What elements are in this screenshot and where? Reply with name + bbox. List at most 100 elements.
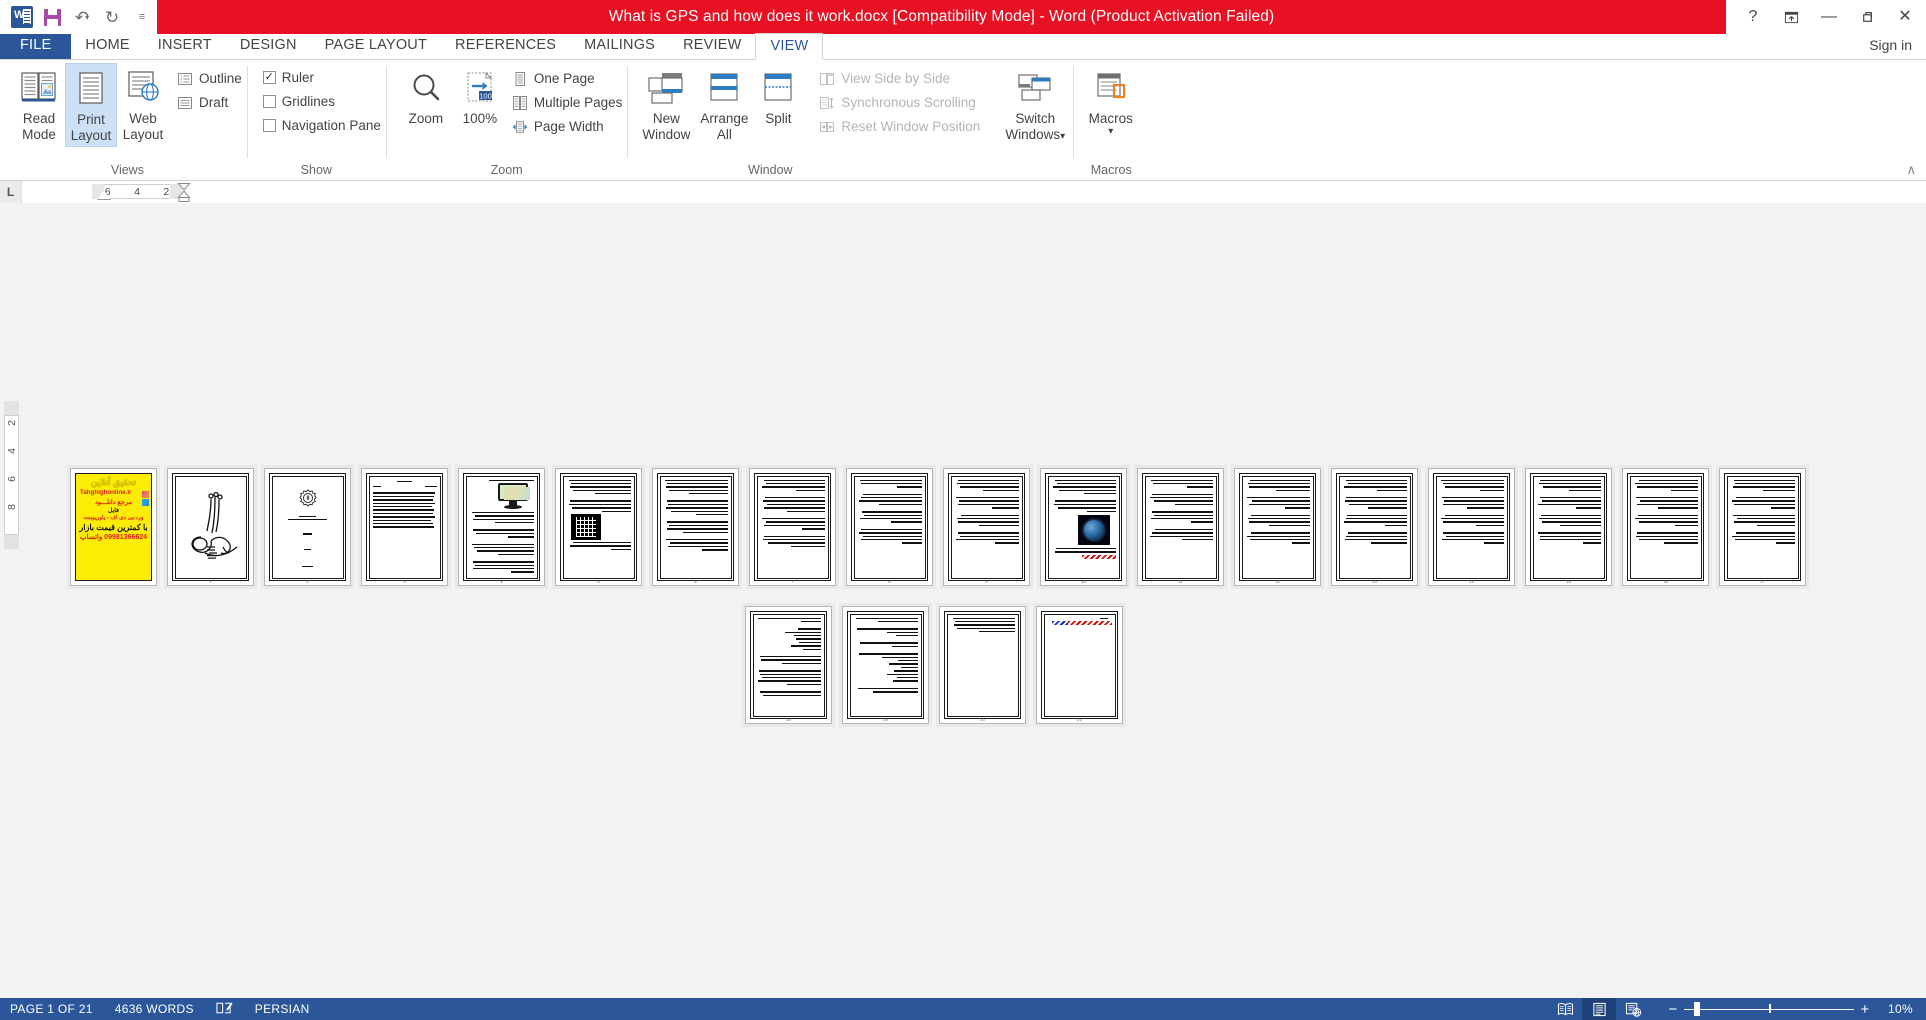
gridlines-checkbox[interactable]: [262, 95, 276, 108]
tab-file[interactable]: FILE: [0, 33, 72, 59]
close-button[interactable]: ✕: [1896, 6, 1914, 28]
print-layout-icon: [74, 68, 108, 112]
view-side-by-side-button[interactable]: View Side by Side: [819, 68, 980, 89]
page-thumbnail[interactable]: 8: [846, 468, 933, 586]
draft-button[interactable]: Draft: [177, 92, 242, 113]
arrange-all-label-2: All: [716, 127, 732, 142]
zoom-100-button[interactable]: 100 100%: [454, 63, 506, 129]
ruler-checkbox[interactable]: ✓: [262, 71, 276, 84]
tab-home[interactable]: HOME: [71, 33, 143, 59]
page-thumbnail[interactable]: 15: [1525, 468, 1612, 586]
ribbon-display-options-button[interactable]: [1782, 6, 1800, 28]
page-thumbnail[interactable]: 7: [749, 468, 836, 586]
zoom-slider-handle[interactable]: [1694, 1002, 1700, 1016]
page-thumbnail[interactable]: 18: [745, 606, 832, 724]
macros-button[interactable]: Macros ▾: [1080, 63, 1142, 138]
advertisement-page: تحقیق آنلاین Tahghighonline.ir مرجع دانل…: [76, 474, 151, 580]
page-thumbnail[interactable]: 1: [167, 468, 254, 586]
read-mode-icon: [20, 67, 58, 111]
zoom-out-button[interactable]: −: [1662, 1002, 1684, 1017]
ad-line-5: با کمترین قیمت بازار: [79, 523, 148, 532]
reset-window-position-button[interactable]: Reset Window Position: [819, 116, 980, 137]
navigation-pane-checkbox[interactable]: [262, 119, 276, 132]
read-mode-view-button[interactable]: [1548, 998, 1582, 1020]
sign-in-link[interactable]: Sign in: [1869, 37, 1912, 53]
redo-button[interactable]: ↻: [97, 2, 127, 32]
tab-stop-selector[interactable]: L: [0, 181, 22, 203]
web-layout-button[interactable]: Web Layout: [117, 63, 169, 145]
multiple-pages-button[interactable]: Multiple Pages: [512, 92, 622, 113]
ruler-checkbox-row[interactable]: ✓ Ruler: [262, 67, 381, 88]
page-thumbnail[interactable]: 5: [555, 468, 642, 586]
page-thumbnail[interactable]: 17: [1719, 468, 1806, 586]
tab-view[interactable]: VIEW: [755, 33, 824, 60]
arrange-all-button[interactable]: Arrange All: [695, 63, 753, 145]
satellite-constellation-image: [570, 514, 601, 541]
zoom-slider-track[interactable]: [1684, 998, 1854, 1020]
gridlines-checkbox-row[interactable]: Gridlines: [262, 91, 381, 112]
view-side-by-side-label: View Side by Side: [841, 71, 950, 86]
right-indent-markers[interactable]: [177, 182, 191, 202]
save-button[interactable]: [37, 2, 67, 32]
page-number: 9: [985, 579, 988, 584]
vertical-ruler[interactable]: 2 4 6 8: [4, 415, 19, 535]
page-thumbnail[interactable]: 11: [1137, 468, 1224, 586]
document-workspace[interactable]: 2 4 6 8 تحقیق آنلاین Tahghighonline.ir م…: [0, 203, 1926, 998]
page-thumbnail[interactable]: 19: [842, 606, 929, 724]
new-window-button[interactable]: New Window: [637, 63, 695, 145]
outline-button[interactable]: Outline: [177, 68, 242, 89]
one-page-button[interactable]: One Page: [512, 68, 623, 89]
tab-design[interactable]: DESIGN: [226, 33, 311, 59]
page-thumbnail[interactable]: 16: [1622, 468, 1709, 586]
tab-page-layout[interactable]: PAGE LAYOUT: [311, 33, 441, 59]
print-layout-button[interactable]: Print Layout: [65, 63, 117, 147]
page-thumbnail[interactable]: 6: [652, 468, 739, 586]
restore-button[interactable]: [1858, 6, 1876, 28]
minimize-button[interactable]: —: [1820, 6, 1838, 28]
word-app-icon[interactable]: W: [7, 2, 37, 32]
tab-review[interactable]: REVIEW: [669, 33, 755, 59]
page-thumbnail[interactable]: 12: [1234, 468, 1321, 586]
web-layout-view-button[interactable]: [1616, 998, 1650, 1020]
page-thumbnail[interactable]: 4: [458, 468, 545, 586]
tab-mailings[interactable]: MAILINGS: [570, 33, 669, 59]
tab-references[interactable]: REFERENCES: [441, 33, 570, 59]
chevron-down-icon: ▾: [1060, 131, 1066, 142]
split-label: Split: [765, 111, 792, 126]
ad-line-3: فایل: [108, 508, 119, 514]
page-thumbnail[interactable]: 9: [943, 468, 1030, 586]
pages-area[interactable]: تحقیق آنلاین Tahghighonline.ir مرجع دانل…: [22, 203, 1926, 998]
help-button[interactable]: ?: [1744, 6, 1762, 28]
page-thumbnail[interactable]: 3: [361, 468, 448, 586]
proofing-errors-icon[interactable]: [216, 1001, 233, 1018]
undo-button[interactable]: ↶ ▾: [67, 2, 97, 32]
macros-dropdown-caret[interactable]: ▾: [1108, 127, 1113, 137]
page-thumbnail[interactable]: 14: [1428, 468, 1515, 586]
collapse-ribbon-button[interactable]: ∧: [1906, 162, 1916, 178]
page-thumbnail[interactable]: تحقیق آنلاین Tahghighonline.ir مرجع دانل…: [70, 468, 157, 586]
split-button[interactable]: Split: [753, 63, 803, 129]
word-count[interactable]: 4636 WORDS: [115, 1002, 194, 1016]
page-thumbnail[interactable]: 2: [264, 468, 351, 586]
page-width-button[interactable]: Page Width: [512, 116, 623, 137]
page-thumbnail[interactable]: 13: [1331, 468, 1418, 586]
window-group-label: Window: [748, 163, 793, 177]
tab-insert[interactable]: INSERT: [144, 33, 226, 59]
zoom-in-button[interactable]: +: [1854, 1002, 1876, 1017]
page-thumbnail[interactable]: 20: [939, 606, 1026, 724]
language-indicator[interactable]: PERSIAN: [255, 1002, 310, 1016]
synchronous-scrolling-button[interactable]: Synchronous Scrolling: [819, 92, 980, 113]
horizontal-ruler[interactable]: 6 4 2: [22, 181, 1926, 203]
read-mode-button[interactable]: Read Mode: [13, 63, 65, 145]
zoom-slider[interactable]: − +: [1662, 998, 1876, 1020]
zoom-level-label[interactable]: 10%: [1888, 1002, 1918, 1016]
zoom-button[interactable]: Zoom: [398, 63, 454, 129]
switch-windows-button[interactable]: Switch Windows▾: [1002, 63, 1068, 147]
page-thumbnail[interactable]: 21: [1036, 606, 1123, 724]
page-thumbnail[interactable]: 10: [1040, 468, 1127, 586]
arrange-all-icon: [707, 67, 741, 111]
print-layout-view-button[interactable]: [1582, 998, 1616, 1020]
navigation-pane-checkbox-row[interactable]: Navigation Pane: [262, 115, 381, 136]
page-indicator[interactable]: PAGE 1 OF 21: [10, 1002, 93, 1016]
customize-qat-button[interactable]: ≡: [127, 2, 157, 32]
